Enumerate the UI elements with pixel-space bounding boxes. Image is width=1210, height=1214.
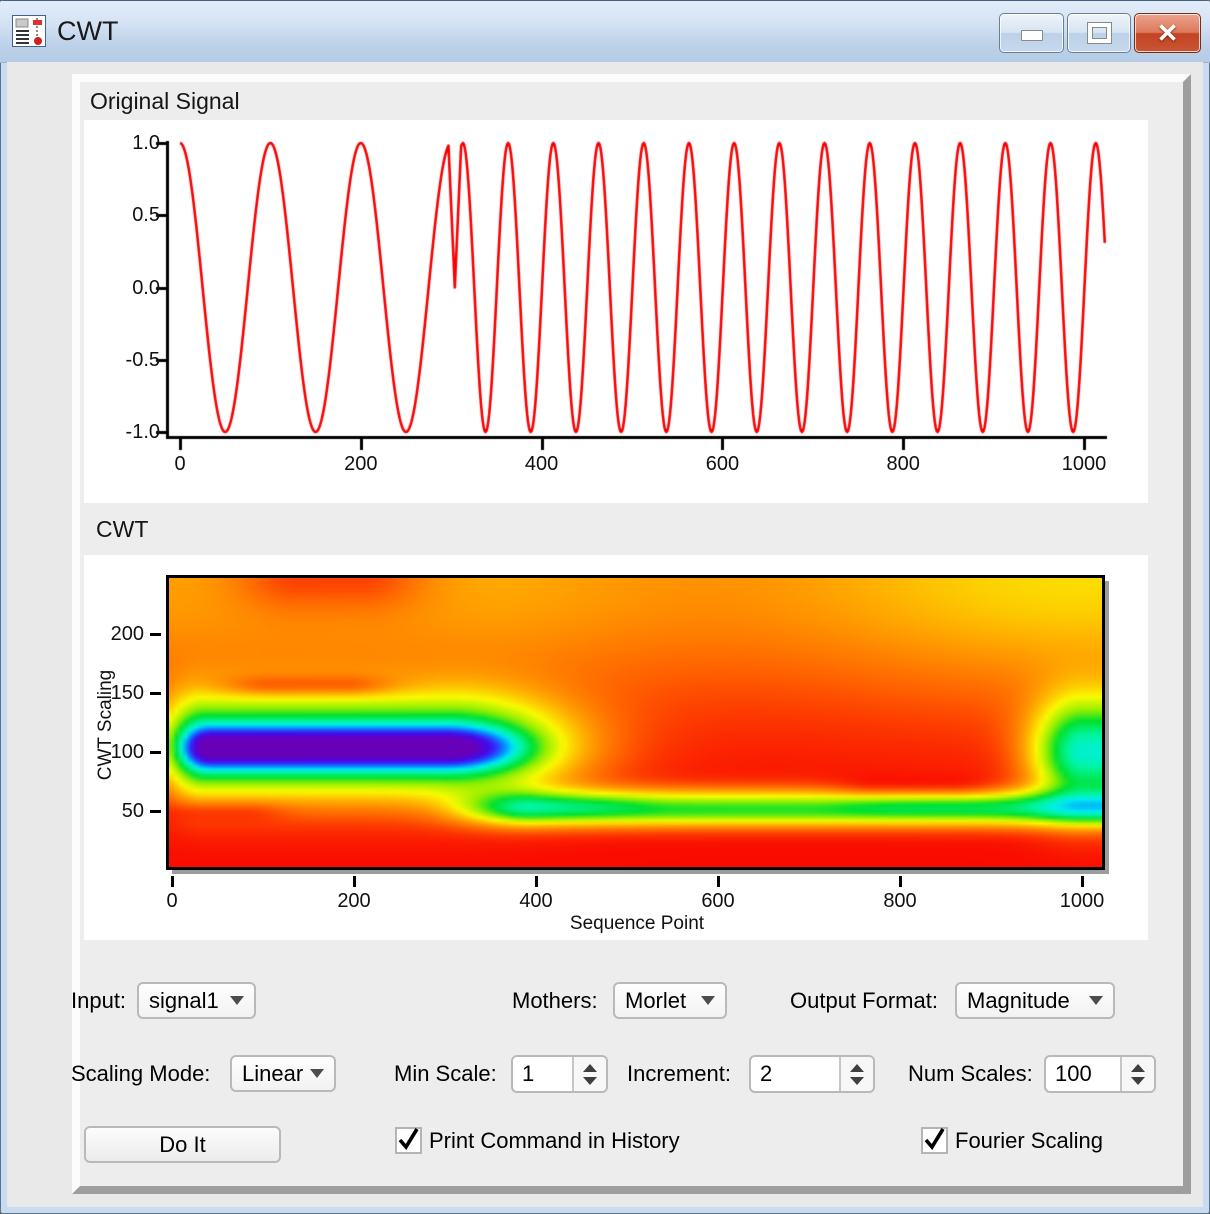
fourier-scaling-checkbox[interactable] <box>921 1127 948 1154</box>
y-tick-mark <box>150 633 161 636</box>
scaling-mode-label: Scaling Mode: <box>71 1055 210 1092</box>
spinner-up-icon[interactable] <box>583 1064 597 1072</box>
y-tick-label: 0.5 <box>98 203 160 227</box>
x-tick-label: 400 <box>496 889 576 913</box>
y-tick-label: 50 <box>82 799 144 823</box>
x-tick-mark <box>717 876 720 887</box>
y-tick-label: 100 <box>82 740 144 764</box>
dropdown-arrow-icon <box>310 1069 324 1078</box>
num-scales-spin-buttons[interactable] <box>1120 1057 1154 1091</box>
y-tick-label: -1.0 <box>98 420 160 444</box>
input-dropdown[interactable]: signal1 <box>137 982 256 1019</box>
x-tick-label: 800 <box>860 889 940 913</box>
original-signal-title: Original Signal <box>90 88 240 115</box>
y-tick-mark <box>150 810 161 813</box>
mothers-dropdown-value: Morlet <box>625 988 686 1014</box>
num-scales-spinner[interactable]: 100 <box>1044 1055 1156 1093</box>
cwt-heatmap-frame <box>166 575 1105 870</box>
checkmark-icon <box>922 1125 948 1153</box>
x-tick-label: 400 <box>502 452 582 476</box>
x-tick-label: 600 <box>682 452 762 476</box>
spinner-down-icon[interactable] <box>850 1077 864 1085</box>
x-tick-label: 1000 <box>1042 889 1122 913</box>
min-scale-spin-buttons[interactable] <box>572 1057 606 1091</box>
input-label: Input: <box>71 982 126 1019</box>
fourier-scaling-checkbox-label[interactable]: Fourier Scaling <box>955 1126 1103 1155</box>
original-signal-graph: 1.0 0.5 0.0 -0.5 -1.0 0 200 400 600 800 1000 <box>84 120 1148 503</box>
x-tick-label: 200 <box>314 889 394 913</box>
y-tick-label: 0.0 <box>98 276 160 300</box>
x-tick-mark <box>353 876 356 887</box>
num-scales-label: Num Scales: <box>908 1055 1033 1092</box>
y-tick-label: 200 <box>82 622 144 646</box>
cwt-window: CWT ✕ Original Signal 1.0 0.5 0.0 -0.5 -1.0 0… <box>0 0 1210 1214</box>
scaling-mode-dropdown[interactable]: Linear <box>230 1055 336 1092</box>
x-tick-mark <box>1081 876 1084 887</box>
input-dropdown-value: signal1 <box>149 988 219 1014</box>
x-tick-label: 1000 <box>1044 452 1124 476</box>
x-tick-mark <box>535 876 538 887</box>
x-tick-label: 200 <box>321 452 401 476</box>
min-scale-spinner[interactable]: 1 <box>511 1055 608 1093</box>
close-button[interactable]: ✕ <box>1134 13 1201 53</box>
y-tick-label: -0.5 <box>98 348 160 372</box>
title-bar[interactable]: CWT ✕ <box>0 0 1210 63</box>
x-tick-mark <box>899 876 902 887</box>
spinner-up-icon[interactable] <box>850 1064 864 1072</box>
y-tick-label: 1.0 <box>98 131 160 155</box>
dropdown-arrow-icon <box>230 996 244 1005</box>
spinner-down-icon[interactable] <box>1131 1077 1145 1085</box>
mothers-label: Mothers: <box>512 982 598 1019</box>
do-it-button[interactable]: Do It <box>84 1126 281 1163</box>
print-command-checkbox[interactable] <box>395 1127 422 1154</box>
increment-value[interactable]: 2 <box>751 1057 839 1091</box>
maximize-icon <box>1088 23 1111 43</box>
checkmark-icon <box>396 1125 422 1153</box>
x-tick-label: 0 <box>132 889 212 913</box>
y-tick-mark <box>150 692 161 695</box>
output-format-label: Output Format: <box>790 982 938 1019</box>
min-scale-value[interactable]: 1 <box>513 1057 572 1091</box>
x-tick-mark <box>171 876 174 887</box>
min-scale-label: Min Scale: <box>394 1055 497 1092</box>
dropdown-arrow-icon <box>1089 996 1103 1005</box>
window-title: CWT <box>57 0 118 62</box>
cwt-graph: CWT Scaling 5010015020002004006008001000… <box>84 555 1148 940</box>
cwt-x-axis-label: Sequence Point <box>512 913 762 935</box>
output-format-dropdown[interactable]: Magnitude <box>955 982 1115 1019</box>
output-format-dropdown-value: Magnitude <box>967 988 1070 1014</box>
mothers-dropdown[interactable]: Morlet <box>613 982 727 1019</box>
minimize-button[interactable] <box>999 13 1064 53</box>
y-tick-label: 150 <box>82 681 144 705</box>
x-tick-label: 800 <box>863 452 943 476</box>
increment-spinner[interactable]: 2 <box>749 1055 875 1093</box>
cwt-graph-title: CWT <box>96 516 148 543</box>
close-icon: ✕ <box>1157 20 1179 46</box>
num-scales-value[interactable]: 100 <box>1046 1057 1120 1091</box>
spinner-down-icon[interactable] <box>583 1077 597 1085</box>
minimize-icon <box>1021 30 1043 41</box>
app-icon <box>12 15 46 47</box>
print-command-checkbox-label[interactable]: Print Command in History <box>429 1126 680 1155</box>
cwt-heatmap-canvas <box>169 578 1102 867</box>
spinner-up-icon[interactable] <box>1131 1064 1145 1072</box>
x-tick-label: 0 <box>140 452 220 476</box>
maximize-button[interactable] <box>1067 13 1131 53</box>
scaling-mode-dropdown-value: Linear <box>242 1061 303 1087</box>
original-signal-canvas <box>84 120 1148 503</box>
y-tick-mark <box>150 751 161 754</box>
increment-spin-buttons[interactable] <box>839 1057 873 1091</box>
dropdown-arrow-icon <box>701 996 715 1005</box>
increment-label: Increment: <box>627 1055 731 1092</box>
x-tick-label: 600 <box>678 889 758 913</box>
